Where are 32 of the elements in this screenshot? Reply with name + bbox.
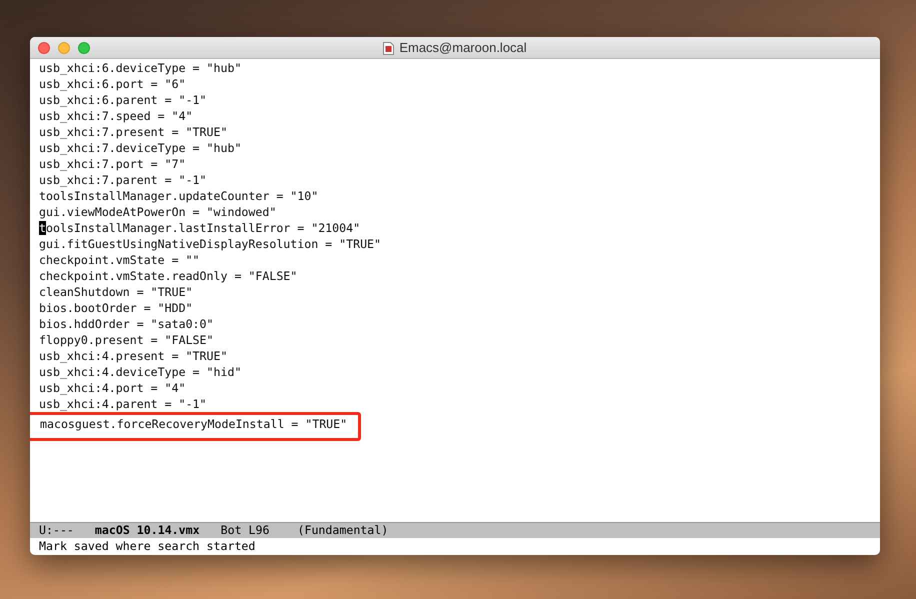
code-line: gui.viewModeAtPowerOn = "windowed" (39, 204, 276, 220)
code-line: usb_xhci:4.parent = "-1" (39, 396, 207, 412)
modified-status: U:--- (39, 522, 74, 539)
code-line: usb_xhci:7.parent = "-1" (39, 172, 207, 188)
code-line: checkpoint.vmState.readOnly = "FALSE" (39, 268, 298, 284)
code-line: usb_xhci:6.deviceType = "hub" (39, 60, 242, 76)
code-line: usb_xhci:6.port = "6" (39, 76, 186, 92)
window-title: Emacs@maroon.local (399, 39, 527, 58)
line-position: Bot L96 (220, 522, 270, 539)
code-line: cleanShutdown = "TRUE" (39, 284, 193, 300)
code-line: usb_xhci:4.present = "TRUE" (39, 348, 228, 364)
code-line: usb_xhci:7.deviceType = "hub" (39, 140, 242, 156)
buffer-name: macOS 10.14.vmx (94, 522, 200, 539)
code-line: usb_xhci:7.port = "7" (39, 156, 186, 172)
code-line: floppy0.present = "FALSE" (39, 332, 214, 348)
minimize-button[interactable] (58, 42, 70, 54)
code-line: usb_xhci:7.speed = "4" (39, 108, 193, 124)
code-line: usb_xhci:6.parent = "-1" (39, 92, 207, 108)
code-line: toolsInstallManager.updateCounter = "10" (39, 188, 318, 204)
echo-area-message: Mark saved where search started (39, 538, 256, 555)
code-line: usb_xhci:7.present = "TRUE" (39, 124, 228, 140)
code-line: toolsInstallManager.lastInstallError = "21004" (39, 220, 360, 236)
code-line: bios.hddOrder = "sata0:0" (39, 316, 214, 332)
code-line: bios.bootOrder = "HDD" (39, 300, 193, 316)
code-line: usb_xhci:4.deviceType = "hid" (39, 364, 242, 380)
major-mode: (Fundamental) (297, 522, 388, 539)
zoom-button[interactable] (78, 42, 90, 54)
code-line: gui.fitGuestUsingNativeDisplayResolution = "TRUE" (39, 236, 382, 252)
document-icon (383, 42, 394, 54)
close-button[interactable] (38, 42, 50, 54)
code-line: usb_xhci:4.port = "4" (39, 380, 186, 396)
code-line: checkpoint.vmState = "" (39, 252, 200, 268)
